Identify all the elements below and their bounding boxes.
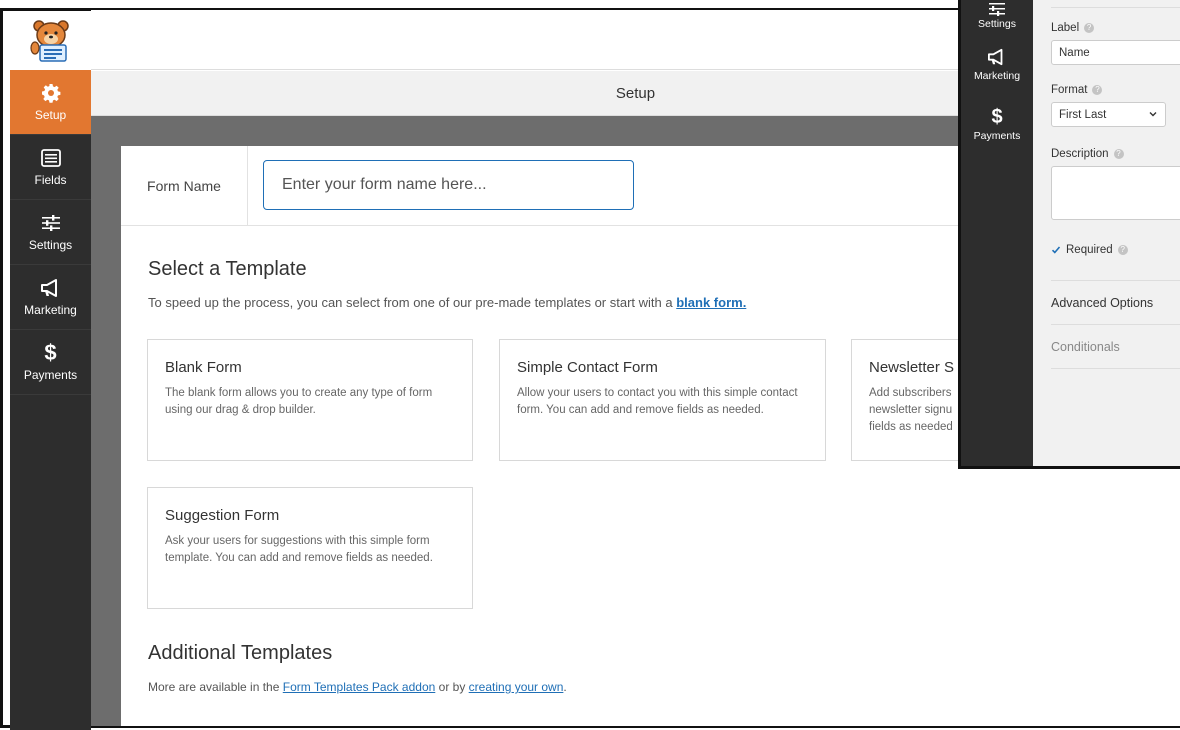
select-template-heading: Select a Template — [148, 258, 307, 280]
template-title: Blank Form — [165, 359, 242, 376]
description-field-label: Description? — [1051, 148, 1124, 160]
chevron-down-icon — [1149, 112, 1157, 117]
divider — [1051, 280, 1180, 281]
sidebar-item-label: Marketing — [24, 303, 77, 317]
additional-templates-heading: Additional Templates — [148, 642, 333, 664]
template-card-blank[interactable]: Blank Form The blank form allows you to … — [147, 339, 473, 461]
field-options-window: Settings Marketing $ Payments Label? Nam… — [958, 0, 1180, 469]
required-label: Required — [1066, 244, 1113, 256]
sidebar-item-marketing[interactable]: Marketing — [10, 265, 91, 330]
gear-icon — [41, 82, 61, 104]
template-title: Simple Contact Form — [517, 359, 658, 376]
conditionals-toggle[interactable]: Conditionals — [1051, 340, 1180, 354]
form-templates-pack-link[interactable]: Form Templates Pack addon — [283, 680, 436, 694]
sidebar-item-payments[interactable]: $ Payments — [10, 330, 91, 395]
dollar-icon: $ — [991, 106, 1003, 128]
overlay-sidebar-label: Marketing — [973, 70, 1021, 82]
sidebar: Setup Fields Settings Marketing $ Paymen… — [10, 70, 91, 730]
divider — [1051, 368, 1180, 369]
label-field-label: Label? — [1051, 22, 1095, 34]
overlay-sidebar-label: Settings — [978, 18, 1016, 30]
additional-text: or by — [438, 680, 466, 694]
format-field-label: Format? — [1051, 84, 1103, 96]
overlay-sidebar-item-settings[interactable]: Settings — [961, 0, 1033, 30]
overlay-sidebar-label: Payments — [973, 130, 1021, 142]
additional-templates-description: More are available in the Form Templates… — [148, 680, 567, 694]
megaphone-icon — [40, 277, 62, 299]
sidebar-item-label: Fields — [34, 173, 67, 187]
help-icon[interactable]: ? — [1092, 85, 1103, 95]
label-input[interactable]: Name — [1051, 40, 1180, 65]
format-select-value: First Last — [1059, 109, 1107, 121]
template-description: Allow your users to contact you with thi… — [517, 387, 798, 416]
sidebar-item-label: Setup — [34, 108, 67, 122]
overlay-sidebar: Settings Marketing $ Payments — [961, 0, 1033, 466]
form-name-input[interactable] — [263, 160, 634, 210]
required-checkbox-row[interactable]: Required? — [1051, 244, 1128, 256]
template-description: Ask your users for suggestions with this… — [165, 535, 433, 564]
help-icon[interactable]: ? — [1084, 23, 1095, 33]
list-icon — [40, 147, 61, 169]
sidebar-item-fields[interactable]: Fields — [10, 135, 91, 200]
format-select[interactable]: First Last — [1051, 102, 1166, 127]
divider — [1051, 324, 1180, 325]
description-textarea[interactable] — [1051, 166, 1180, 220]
wpforms-logo[interactable] — [10, 10, 91, 70]
divider — [1051, 7, 1180, 8]
sidebar-item-label: Settings — [28, 238, 73, 252]
overlay-sidebar-item-payments[interactable]: $ Payments — [961, 106, 1033, 142]
sidebar-item-label: Payments — [23, 368, 78, 382]
sliders-icon — [988, 0, 1006, 16]
select-template-description: To speed up the process, you can select … — [148, 295, 746, 310]
sidebar-item-setup[interactable]: Setup — [10, 70, 91, 135]
megaphone-icon — [987, 46, 1007, 68]
template-card-suggestion[interactable]: Suggestion Form Ask your users for sugge… — [147, 487, 473, 609]
template-description: The blank form allows you to create any … — [165, 387, 433, 416]
template-card-simple-contact[interactable]: Simple Contact Form Allow your users to … — [499, 339, 826, 461]
sidebar-item-settings[interactable]: Settings — [10, 200, 91, 265]
required-checkbox[interactable] — [1051, 245, 1061, 255]
description-text: Description — [1051, 148, 1109, 160]
bear-mascot-icon — [29, 20, 69, 62]
format-text: Format — [1051, 84, 1088, 96]
select-template-text: To speed up the process, you can select … — [148, 295, 673, 310]
advanced-options-toggle[interactable]: Advanced Options — [1051, 296, 1180, 310]
additional-text: More are available in the — [148, 680, 280, 694]
dollar-icon: $ — [44, 340, 57, 365]
help-icon[interactable]: ? — [1113, 149, 1124, 159]
blank-form-link[interactable]: blank form. — [676, 295, 746, 310]
label-text: Label — [1051, 22, 1080, 34]
overlay-sidebar-item-marketing[interactable]: Marketing — [961, 46, 1033, 82]
form-name-label: Form Name — [121, 146, 248, 226]
template-title: Suggestion Form — [165, 507, 280, 524]
help-icon[interactable]: ? — [1117, 245, 1128, 255]
sliders-icon — [41, 212, 61, 234]
additional-text: . — [563, 680, 567, 694]
creating-your-own-link[interactable]: creating your own — [469, 680, 564, 694]
checkmark-icon — [1051, 246, 1061, 254]
field-options-panel: Label? Name Format? First Last Descripti… — [1033, 0, 1180, 466]
